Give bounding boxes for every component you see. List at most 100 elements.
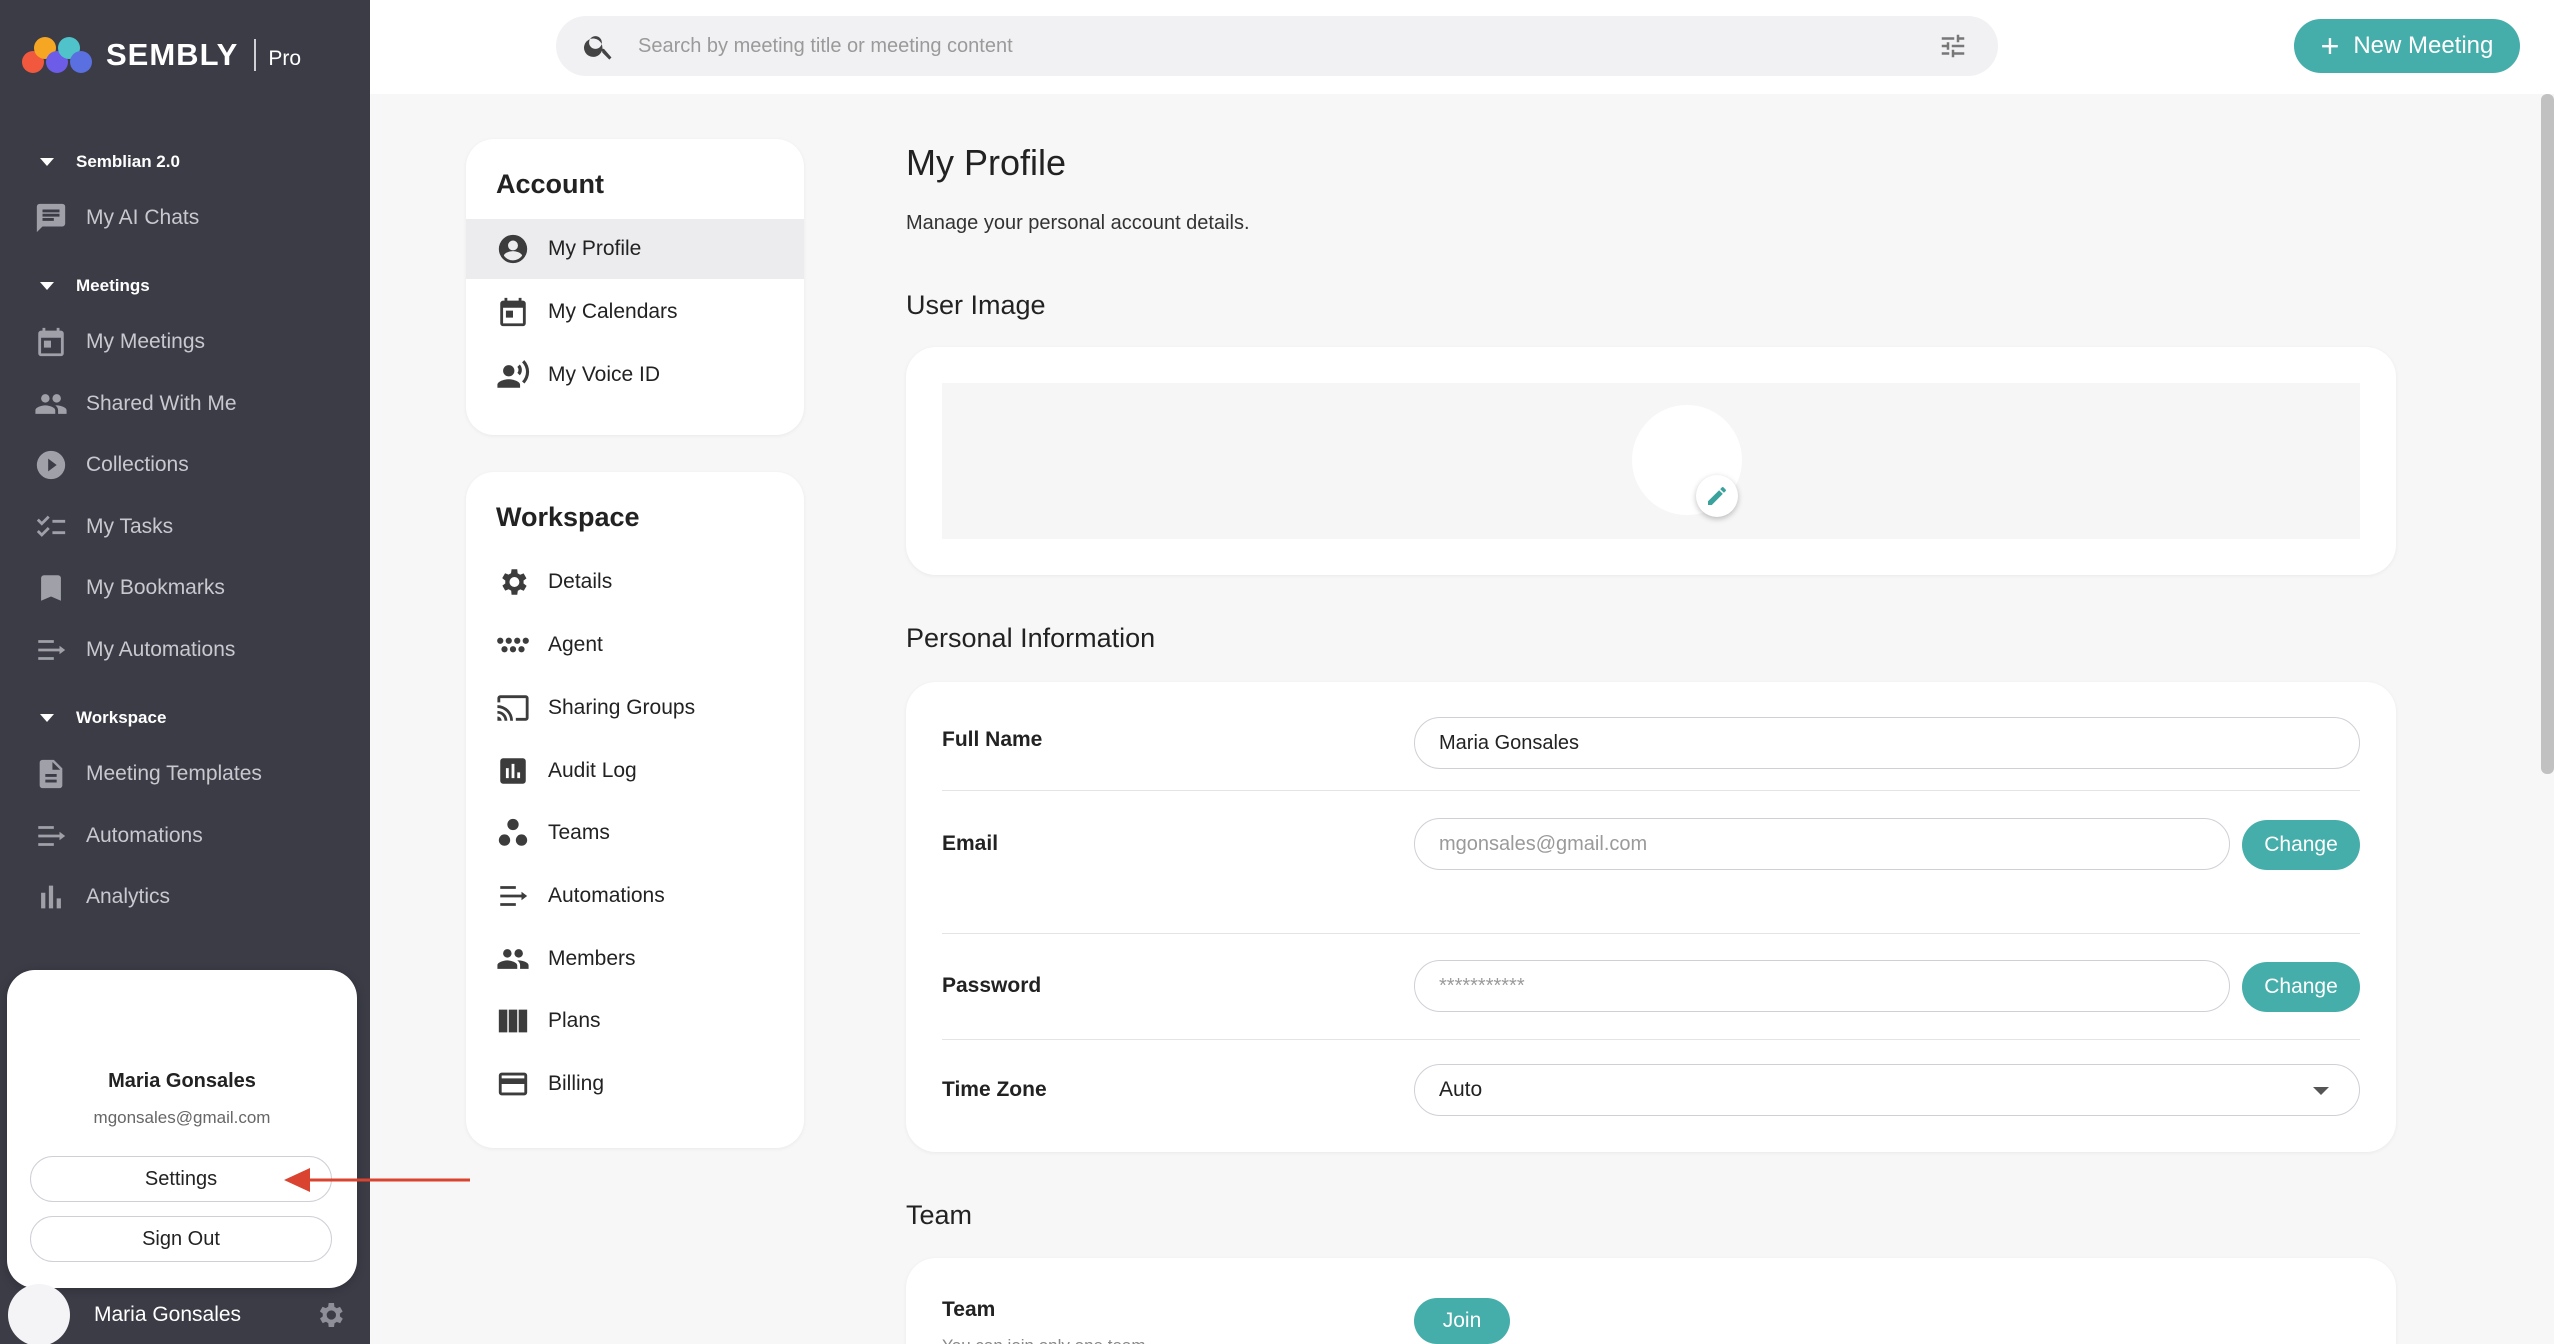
sidebar-item-label: My Bookmarks (86, 576, 225, 599)
user-image-card (906, 347, 2396, 575)
sidebar-item-collections[interactable]: Collections (34, 441, 344, 489)
email-label: Email (942, 832, 999, 855)
new-meeting-label: New Meeting (2353, 32, 2494, 59)
team-note: You can join only one team (942, 1336, 1146, 1344)
menu-item-automations[interactable]: Automations (466, 866, 804, 926)
sign-out-button[interactable]: Sign Out (30, 1216, 332, 1262)
columns-icon (498, 1009, 528, 1033)
credit-card-icon (498, 1072, 528, 1096)
page-scrollbar[interactable] (2541, 94, 2554, 774)
search-input[interactable] (638, 34, 1938, 58)
email-field[interactable] (1414, 818, 2230, 870)
sidebar-item-label: Shared With Me (86, 392, 237, 415)
edit-avatar-button[interactable] (1696, 475, 1738, 517)
user-menu-popup: Maria Gonsales mgonsales@gmail.com Setti… (7, 970, 357, 1288)
automation-icon (38, 640, 66, 660)
sidebar-item-label: Automations (86, 824, 203, 847)
menu-item-members[interactable]: Members (466, 929, 804, 989)
agent-icon (497, 637, 529, 653)
automation-icon (38, 826, 66, 846)
password-field[interactable] (1414, 960, 2230, 1012)
checklist-icon (36, 515, 66, 537)
sidebar-item-label: Meeting Templates (86, 762, 262, 785)
chat-icon (36, 203, 66, 233)
menu-item-my-profile[interactable]: My Profile (466, 219, 804, 279)
brand-logo[interactable]: SEMBLY Pro (22, 30, 301, 80)
time-zone-select[interactable]: Auto (1414, 1064, 2360, 1116)
menu-item-audit-log[interactable]: Audit Log (466, 741, 804, 801)
workspace-menu-card: Workspace Details Agent Sharing Groups A… (466, 472, 804, 1148)
divider (942, 1039, 2360, 1040)
menu-item-teams[interactable]: Teams (466, 803, 804, 863)
password-label: Password (942, 974, 1042, 997)
sidebar-item-label: My Automations (86, 638, 236, 661)
sidebar-item-my-ai-chats[interactable]: My AI Chats (34, 194, 344, 242)
account-menu-card: Account My Profile My Calendars My Voice… (466, 139, 804, 435)
sidebar-item-analytics[interactable]: Analytics (34, 873, 344, 921)
voice-id-icon (497, 360, 530, 388)
change-email-button[interactable]: Change (2242, 820, 2360, 870)
search-bar[interactable] (556, 16, 1998, 76)
change-password-button[interactable]: Change (2242, 962, 2360, 1012)
section-toggle-meetings[interactable]: Meetings (40, 276, 150, 296)
sidebar-item-my-tasks[interactable]: My Tasks (34, 503, 344, 551)
new-meeting-button[interactable]: + New Meeting (2294, 19, 2520, 73)
menu-item-my-calendars[interactable]: My Calendars (466, 282, 804, 342)
page-title: My Profile (906, 142, 1067, 183)
team-label: Team (942, 1298, 996, 1321)
caret-down-icon (40, 158, 54, 166)
user-bar[interactable]: Maria Gonsales (0, 1284, 370, 1344)
sidebar-item-label: My Meetings (86, 330, 206, 353)
menu-item-sharing-groups[interactable]: Sharing Groups (466, 678, 804, 738)
account-menu-title: Account (496, 169, 604, 199)
section-title: Meetings (76, 276, 150, 295)
document-icon (39, 759, 63, 789)
divider (942, 790, 2360, 791)
logo-divider (254, 39, 257, 71)
page-subtitle: Manage your personal account details. (906, 212, 1250, 234)
section-toggle-workspace[interactable]: Workspace (40, 708, 166, 728)
brand-tier: Pro (268, 47, 302, 70)
sidebar-item-label: My Tasks (86, 515, 174, 538)
sidebar-item-my-automations[interactable]: My Automations (34, 626, 344, 674)
menu-item-label: Audit Log (548, 759, 637, 782)
sidebar-item-automations[interactable]: Automations (34, 812, 344, 860)
section-toggle-semblian[interactable]: Semblian 2.0 (40, 152, 180, 172)
menu-item-label: Sharing Groups (548, 696, 696, 719)
menu-item-details[interactable]: Details (466, 552, 804, 612)
join-team-button[interactable]: Join (1414, 1298, 1510, 1344)
sidebar: SEMBLY Pro Semblian 2.0 My AI Chats Meet… (0, 0, 370, 1344)
menu-item-my-voice-id[interactable]: My Voice ID (466, 345, 804, 405)
avatar[interactable] (8, 1284, 70, 1344)
search-icon (584, 36, 612, 60)
chevron-down-icon (2313, 1087, 2329, 1095)
caret-down-icon (40, 714, 54, 722)
full-name-input[interactable] (1414, 717, 2360, 769)
logo-mark-icon (22, 33, 92, 77)
section-title: Semblian 2.0 (76, 152, 180, 171)
time-zone-label: Time Zone (942, 1078, 1047, 1101)
filter-settings-icon[interactable] (1938, 31, 1968, 61)
workspace-menu-title: Workspace (496, 502, 640, 532)
popup-user-name: Maria Gonsales (108, 1070, 256, 1092)
divider (942, 933, 2360, 934)
calendar-icon (38, 327, 64, 357)
time-zone-value: Auto (1439, 1078, 1483, 1101)
brand-name: SEMBLY (106, 37, 239, 72)
people-icon (35, 394, 67, 414)
bar-chart-icon (41, 885, 61, 909)
sidebar-item-my-bookmarks[interactable]: My Bookmarks (34, 564, 344, 612)
bar-chart-icon (500, 758, 526, 784)
gear-icon[interactable] (314, 1299, 346, 1331)
sidebar-item-my-meetings[interactable]: My Meetings (34, 318, 344, 366)
team-section-title: Team (906, 1200, 973, 1230)
menu-item-agent[interactable]: Agent (466, 615, 804, 675)
menu-item-plans[interactable]: Plans (466, 991, 804, 1051)
sidebar-item-meeting-templates[interactable]: Meeting Templates (34, 750, 344, 798)
account-circle-icon (498, 234, 528, 264)
menu-item-label: Agent (548, 633, 603, 656)
menu-item-label: My Profile (548, 237, 642, 260)
menu-item-billing[interactable]: Billing (466, 1054, 804, 1114)
people-icon (497, 949, 529, 969)
sidebar-item-shared-with-me[interactable]: Shared With Me (34, 380, 344, 428)
